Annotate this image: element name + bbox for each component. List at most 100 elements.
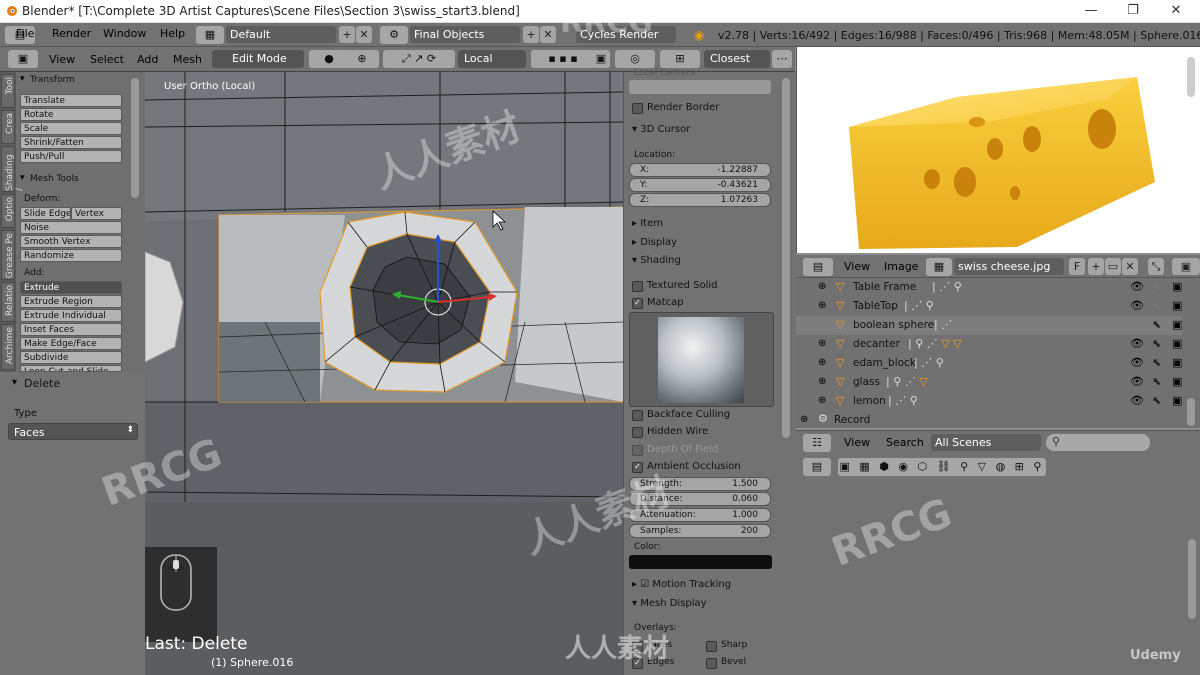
tab-options[interactable]: Optio bbox=[1, 194, 15, 228]
collapse-icon[interactable]: ▾ bbox=[20, 74, 25, 84]
visibility-eye-icon[interactable]: 👁 bbox=[1130, 299, 1144, 312]
expand-icon[interactable]: ⊕ bbox=[818, 300, 826, 311]
visibility-eye-icon[interactable]: 👁 bbox=[1130, 356, 1144, 369]
menu-mesh[interactable]: Mesh bbox=[173, 53, 202, 66]
editor-type-button[interactable]: ▤ bbox=[803, 258, 833, 276]
menu-view[interactable]: View bbox=[844, 436, 870, 449]
push-pull-button[interactable]: Push/Pull bbox=[20, 150, 122, 163]
outliner-row-boolean-sphere[interactable]: ▽ boolean sphere | ⋰ ⬉ ▣ bbox=[796, 316, 1182, 335]
expand-icon[interactable]: ⊕ bbox=[818, 338, 826, 349]
motion-tracking-panel-title[interactable]: ▸ ☑ Motion Tracking bbox=[632, 579, 731, 590]
slide-vertex-button[interactable]: Vertex bbox=[71, 207, 122, 220]
image-browse-icon[interactable]: ▦ bbox=[926, 258, 952, 276]
edges-overlay-checkbox[interactable]: ✓ bbox=[632, 658, 643, 669]
unlink-image-button[interactable]: ✕ bbox=[1122, 258, 1138, 275]
ao-samples-field[interactable]: Samples: 200 bbox=[629, 524, 771, 538]
editor-type-button[interactable]: ☷ bbox=[803, 434, 831, 452]
loop-cut-button[interactable]: Loop Cut and Slide bbox=[20, 365, 122, 372]
limit-selection-button[interactable]: ▣ bbox=[592, 50, 610, 68]
renderable-camera-icon[interactable]: ▣ bbox=[1172, 375, 1182, 388]
outliner-row-record[interactable]: ⊕ ⚙ Record bbox=[796, 411, 1182, 430]
selectable-arrow-icon[interactable]: ⬉ bbox=[1152, 356, 1161, 369]
properties-body[interactable] bbox=[796, 479, 1200, 675]
menu-add[interactable]: Add bbox=[137, 53, 158, 66]
menu-view[interactable]: View bbox=[49, 53, 75, 66]
menu-render[interactable]: Render bbox=[52, 27, 91, 40]
image-name-field[interactable]: swiss cheese.jpg bbox=[954, 258, 1064, 275]
object-name[interactable]: glass bbox=[853, 376, 880, 388]
translate-button[interactable]: Translate bbox=[20, 94, 122, 107]
mode-select[interactable]: Edit Mode bbox=[212, 50, 304, 68]
object-name[interactable]: TableTop bbox=[853, 300, 898, 312]
remove-scene-button[interactable]: ✕ bbox=[540, 26, 556, 43]
menu-search[interactable]: Search bbox=[886, 436, 924, 449]
tab-tools[interactable]: Tool bbox=[1, 74, 15, 108]
shading-panel-title[interactable]: ▾ Shading bbox=[632, 255, 681, 266]
object-name[interactable]: lemon bbox=[853, 395, 886, 407]
tab-shading[interactable]: Shading / bbox=[1, 146, 25, 192]
collapse-icon[interactable]: ▾ bbox=[20, 173, 25, 183]
selectable-arrow-icon[interactable]: ⬉ bbox=[1152, 337, 1161, 350]
cursor-z-field[interactable]: Z: 1.07263 bbox=[629, 193, 771, 207]
tab-create[interactable]: Crea bbox=[1, 110, 15, 144]
extrude-individual-button[interactable]: Extrude Individual bbox=[20, 309, 122, 322]
open-image-button[interactable]: ▭ bbox=[1105, 258, 1121, 275]
rotate-button[interactable]: Rotate bbox=[20, 108, 122, 121]
ao-strength-field[interactable]: Strength: 1.500 bbox=[629, 477, 771, 491]
tab-relations[interactable]: Relatio bbox=[1, 282, 15, 322]
outliner-row-table-frame[interactable]: ⊕ ▽ Table Frame | ⋰ ⚲ 👁 ⬉ ▣ bbox=[796, 278, 1182, 297]
properties-scrollbar[interactable] bbox=[1188, 539, 1196, 619]
extrude-button[interactable]: Extrude bbox=[20, 281, 122, 294]
selectable-arrow-icon[interactable]: ⬉ bbox=[1152, 375, 1161, 388]
search-input[interactable]: ⚲ bbox=[1046, 434, 1150, 451]
object-name[interactable]: Table Frame bbox=[853, 281, 916, 293]
menu-help[interactable]: Help bbox=[160, 27, 185, 40]
ao-attenuation-field[interactable]: Attenuation: 1.000 bbox=[629, 508, 771, 522]
layout-field[interactable]: Default bbox=[226, 26, 336, 43]
render-border-checkbox[interactable] bbox=[632, 103, 643, 114]
tool-shelf-scrollbar[interactable] bbox=[131, 78, 139, 198]
selectable-arrow-icon[interactable]: ⬉ bbox=[1152, 280, 1161, 293]
renderable-camera-icon[interactable]: ▣ bbox=[1172, 318, 1182, 331]
mesh-tools-panel-title[interactable]: Mesh Tools bbox=[30, 174, 79, 184]
outliner-row-lemon[interactable]: ⊕ ▽ lemon | ⋰ ⚲ 👁 ⬉ ▣ bbox=[796, 392, 1182, 411]
snap-settings-button[interactable]: ⋯ bbox=[772, 50, 792, 68]
ao-distance-field[interactable]: Distance: 0.060 bbox=[629, 492, 771, 506]
close-button[interactable]: ✕ bbox=[1161, 2, 1191, 20]
expand-icon[interactable]: ⊕ bbox=[818, 357, 826, 368]
depth-of-field-checkbox[interactable] bbox=[632, 445, 643, 456]
maximize-button[interactable]: ❐ bbox=[1118, 2, 1148, 20]
object-name[interactable]: decanter bbox=[853, 338, 900, 350]
visibility-eye-icon[interactable]: 👁 bbox=[1130, 337, 1144, 350]
snap-toggle[interactable]: ⊞ bbox=[660, 50, 700, 68]
selectable-arrow-icon[interactable]: ⬉ bbox=[1152, 318, 1161, 331]
make-edge-face-button[interactable]: Make Edge/Face bbox=[20, 337, 122, 350]
menu-window[interactable]: Window bbox=[103, 27, 146, 40]
subdivide-button[interactable]: Subdivide bbox=[20, 351, 122, 364]
scene-icon[interactable]: ⚙ bbox=[380, 26, 408, 44]
scene-field[interactable]: Final Objects bbox=[410, 26, 520, 43]
remove-layout-button[interactable]: ✕ bbox=[356, 26, 372, 43]
smooth-vertex-button[interactable]: Smooth Vertex bbox=[20, 235, 122, 248]
expand-icon[interactable]: ⊕ bbox=[818, 376, 826, 387]
display-panel-title[interactable]: ▸ Display bbox=[632, 237, 677, 248]
selectable-arrow-icon[interactable]: ⬉ bbox=[1152, 394, 1161, 407]
textured-solid-checkbox[interactable] bbox=[632, 281, 643, 292]
collapse-icon[interactable]: ▾ bbox=[12, 377, 17, 388]
ao-color-swatch[interactable] bbox=[629, 555, 772, 569]
renderable-camera-icon[interactable]: ▣ bbox=[1172, 356, 1182, 369]
add-scene-button[interactable]: + bbox=[523, 26, 539, 43]
viewport-scene[interactable] bbox=[145, 72, 623, 675]
menu-view[interactable]: View bbox=[844, 260, 870, 273]
randomize-button[interactable]: Randomize bbox=[20, 249, 122, 262]
outliner-row-edam-block[interactable]: ⊕ ▽ edam_block | ⋰ ⚲ 👁 ⬉ ▣ bbox=[796, 354, 1182, 373]
image-editor-canvas[interactable] bbox=[796, 47, 1200, 253]
extrude-region-button[interactable]: Extrude Region bbox=[20, 295, 122, 308]
cursor-y-field[interactable]: Y: -0.43621 bbox=[629, 178, 771, 192]
noise-button[interactable]: Noise bbox=[20, 221, 122, 234]
scale-button[interactable]: Scale bbox=[20, 122, 122, 135]
visibility-eye-icon[interactable]: 👁 bbox=[1130, 280, 1144, 293]
local-camera-field[interactable] bbox=[629, 80, 771, 94]
image-scrollbar[interactable] bbox=[1187, 57, 1195, 97]
expand-icon[interactable]: ⊕ bbox=[800, 414, 808, 425]
